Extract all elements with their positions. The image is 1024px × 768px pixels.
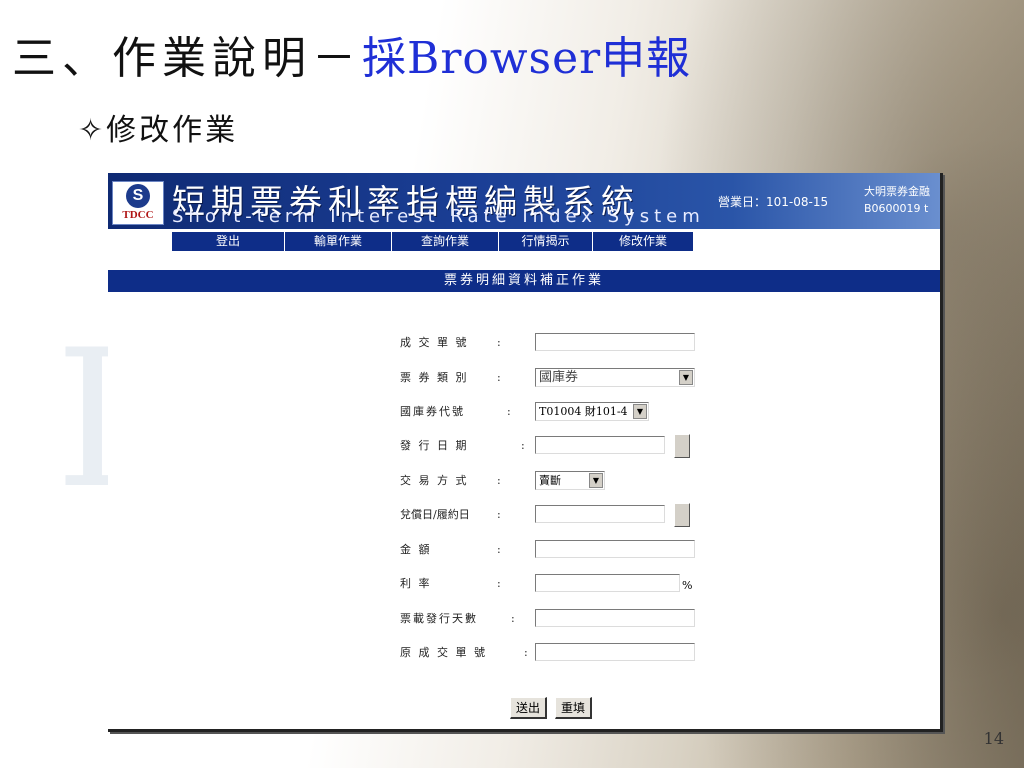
calendar-button[interactable]	[674, 503, 690, 527]
business-date-label: 營業日：	[718, 195, 767, 209]
nav-logout[interactable]: 登出	[172, 232, 285, 251]
tbill-code-value: T01004 財101-4	[539, 405, 628, 418]
tbill-code-select[interactable]: T01004 財101-4 ▼	[535, 402, 649, 421]
form-row-amount: 金 額 :	[108, 538, 940, 562]
nav-query[interactable]: 查詢作業	[392, 232, 499, 251]
security-type-value: 國庫券	[539, 370, 579, 385]
app-screenshot: S TDCC 短期票券利率指標編製系統 Short-term Interest …	[108, 173, 943, 732]
nav-order-entry[interactable]: 輸單作業	[285, 232, 392, 251]
form-header: 票券明細資料補正作業	[108, 270, 940, 292]
percent-suffix: %	[682, 579, 693, 592]
field-label: 金 額	[400, 543, 432, 556]
trade-type-value: 賣斷	[539, 474, 561, 487]
form-row-days: 票載發行天數 :	[108, 607, 940, 631]
nav-market[interactable]: 行情揭示	[499, 232, 593, 251]
field-label: 發 行 日 期	[400, 439, 469, 452]
chevron-down-icon: ▼	[589, 473, 603, 488]
field-label: 交 易 方 式	[400, 474, 469, 487]
reset-button[interactable]: 重填	[555, 697, 593, 719]
field-label: 票載發行天數	[400, 612, 478, 625]
system-title-en: Short-term Interest Rate Index System	[172, 206, 705, 227]
form-row-trade-type: 交 易 方 式 : 賣斷 ▼	[108, 469, 940, 493]
colon: :	[524, 646, 528, 659]
chevron-down-icon: ▼	[633, 404, 647, 419]
field-label: 成 交 單 號	[400, 336, 469, 349]
form-row-deal-no: 成 交 單 號 :	[108, 331, 940, 355]
app-banner: S TDCC 短期票券利率指標編製系統 Short-term Interest …	[108, 173, 940, 229]
colon: :	[497, 577, 501, 590]
tdcc-logo-icon: S	[126, 184, 150, 208]
colon: :	[521, 439, 525, 452]
colon: :	[497, 543, 501, 556]
nav-modify[interactable]: 修改作業	[593, 232, 694, 251]
colon: :	[497, 371, 501, 384]
amount-input[interactable]	[535, 540, 695, 558]
colon: :	[507, 405, 511, 418]
field-label: 原 成 交 單 號	[400, 646, 487, 659]
chevron-down-icon: ▼	[679, 370, 693, 385]
orig-deal-no-input[interactable]	[535, 643, 695, 661]
slide-title: 三、作業說明－採Browser申報	[12, 22, 691, 86]
deal-no-input[interactable]	[535, 333, 695, 351]
logo-text: TDCC	[122, 209, 154, 221]
field-label: 國庫券代號	[400, 405, 465, 418]
issue-date-input[interactable]	[535, 436, 665, 454]
days-input[interactable]	[535, 609, 695, 627]
user-id: B0600019 t	[864, 202, 929, 215]
form-row-issue-date: 發 行 日 期 :	[108, 434, 940, 458]
colon: :	[497, 474, 501, 487]
colon: :	[497, 336, 501, 349]
maturity-date-input[interactable]	[535, 505, 665, 523]
submit-button[interactable]: 送出	[510, 697, 548, 719]
user-company: 大明票券金融	[864, 185, 930, 198]
calendar-button[interactable]	[674, 434, 690, 458]
field-label: 兌償日/履約日	[400, 508, 470, 521]
page-number: 14	[983, 729, 1004, 748]
rate-input[interactable]	[535, 574, 680, 592]
business-date-value: 101-08-15	[766, 195, 829, 209]
colon: :	[497, 508, 501, 521]
form-row-orig-deal-no: 原 成 交 單 號 :	[108, 641, 940, 665]
colon: :	[511, 612, 515, 625]
user-info: 大明票券金融 B0600019 t	[864, 183, 930, 217]
slide-title-accent: 採Browser申報	[362, 33, 692, 84]
form-row-security-type: 票 券 類 別 : 國庫券 ▼	[108, 366, 940, 390]
field-label: 利 率	[400, 577, 432, 590]
security-type-select[interactable]: 國庫券 ▼	[535, 368, 695, 387]
nav-bar: 登出 輸單作業 查詢作業 行情揭示 修改作業	[108, 230, 940, 252]
slide-title-main: 三、作業說明－	[12, 33, 362, 84]
field-label: 票 券 類 別	[400, 371, 469, 384]
form-row-maturity-date: 兌償日/履約日 :	[108, 503, 940, 527]
business-date: 營業日：101-08-15	[718, 193, 828, 210]
trade-type-select[interactable]: 賣斷 ▼	[535, 471, 605, 490]
form-row-tbill-code: 國庫券代號 : T01004 財101-4 ▼	[108, 400, 940, 424]
slide-subtitle: ✧修改作業	[78, 113, 239, 148]
tdcc-logo: S TDCC	[112, 181, 164, 225]
form-row-rate: 利 率 : %	[108, 572, 940, 596]
